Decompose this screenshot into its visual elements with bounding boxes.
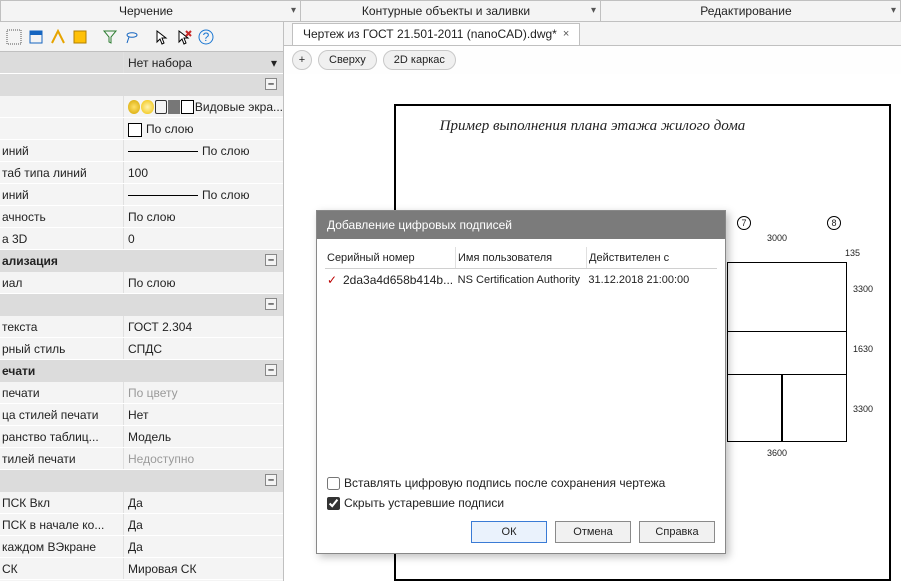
collapse-icon[interactable]: – — [265, 298, 277, 310]
signature-table-header: Серийный номер Имя пользователя Действит… — [325, 247, 717, 269]
section-ucs[interactable]: – — [0, 470, 283, 492]
prop-plotspace[interactable]: ранство таблиц...Модель — [0, 426, 283, 448]
deselect-icon[interactable] — [174, 27, 194, 47]
ribbon-tabs: Черчение▾ Контурные объекты и заливки▾ Р… — [0, 0, 901, 22]
section-text[interactable]: – — [0, 294, 283, 316]
prop-transparency[interactable]: ачностьПо слою — [0, 206, 283, 228]
expand-icon[interactable]: ▾ — [891, 1, 896, 21]
col-serial[interactable]: Серийный номер — [325, 247, 456, 268]
cursor-icon[interactable] — [152, 27, 172, 47]
opt-hide-outdated[interactable]: Скрыть устаревшие подписи — [327, 493, 715, 513]
prop-lineweight[interactable]: инийПо слою — [0, 184, 283, 206]
prop-ucs-origin[interactable]: ПСК в начале ко...Да — [0, 514, 283, 536]
checkbox[interactable] — [327, 477, 340, 490]
signature-list-area[interactable] — [317, 291, 725, 471]
checkmark-icon: ✓ — [327, 269, 341, 283]
expand-icon[interactable]: ▾ — [291, 1, 296, 21]
select-window-icon[interactable] — [26, 27, 46, 47]
properties-panel: ? Нет набора ▾ – Видовые экра... По слою … — [0, 22, 284, 581]
document-tabs: Чертеж из ГОСТ 21.501-2011 (nanoCAD).dwg… — [284, 22, 901, 46]
view-wireframe-chip[interactable]: 2D каркас — [383, 50, 456, 70]
prop-plottable[interactable]: ца стилей печатиНет — [0, 404, 283, 426]
ribbon-tab-edit[interactable]: Редактирование▾ — [601, 0, 901, 21]
property-grid: Нет набора ▾ – Видовые экра... По слою ин… — [0, 52, 283, 581]
grid-bubble: 8 — [827, 216, 841, 230]
collapse-icon[interactable]: – — [265, 364, 277, 376]
digital-signature-dialog: Добавление цифровых подписей Серийный но… — [316, 210, 726, 554]
filter-icon[interactable] — [100, 27, 120, 47]
ribbon-tab-fills[interactable]: Контурные объекты и заливки▾ — [301, 0, 601, 21]
ribbon-tab-draw[interactable]: Черчение▾ — [0, 0, 301, 21]
close-icon[interactable]: × — [563, 23, 569, 45]
col-valid[interactable]: Действителен с — [587, 247, 717, 268]
match-props-icon[interactable] — [48, 27, 68, 47]
prop-layer-controls[interactable]: Видовые экра... — [0, 96, 283, 118]
prop-plotstyle[interactable]: печатиПо цвету — [0, 382, 283, 404]
dimension: 3300 — [853, 284, 873, 294]
ok-button[interactable]: ОК — [471, 521, 547, 543]
dimension: 3000 — [767, 233, 787, 243]
prop-ltscale[interactable]: таб типа линий100 — [0, 162, 283, 184]
signature-row[interactable]: ✓2da3a4d658b414b... NS Certification Aut… — [325, 269, 717, 291]
selection-toolbar: ? — [0, 22, 283, 52]
dropdown-icon[interactable]: ▾ — [271, 52, 277, 73]
color-swatch-icon[interactable] — [181, 100, 194, 114]
help-icon[interactable]: ? — [196, 27, 216, 47]
svg-text:?: ? — [203, 30, 210, 44]
select-similar-icon[interactable] — [4, 27, 24, 47]
prop-plotstyles[interactable]: тилей печатиНедоступно — [0, 448, 283, 470]
select-by-color-icon[interactable] — [70, 27, 90, 47]
selection-value[interactable]: Нет набора — [128, 52, 192, 73]
collapse-icon[interactable]: – — [265, 254, 277, 266]
grid-bubble: 7 — [737, 216, 751, 230]
lock-icon[interactable] — [155, 100, 168, 114]
section-general[interactable]: – — [0, 74, 283, 96]
prop-ucs-name[interactable]: СКМировая СК — [0, 558, 283, 580]
col-user[interactable]: Имя пользователя — [456, 247, 587, 268]
prop-ucs-on[interactable]: ПСК ВклДа — [0, 492, 283, 514]
opt-insert-after-save[interactable]: Вставлять цифровую подпись после сохране… — [327, 473, 715, 493]
prop-color[interactable]: По слою — [0, 118, 283, 140]
document-tab[interactable]: Чертеж из ГОСТ 21.501-2011 (nanoCAD).dwg… — [292, 23, 580, 45]
prop-textstyle[interactable]: текстаГОСТ 2.304 — [0, 316, 283, 338]
prop-dimstyle[interactable]: рный стильСПДС — [0, 338, 283, 360]
dialog-buttons: ОК Отмена Справка — [317, 515, 725, 553]
document-title: Чертеж из ГОСТ 21.501-2011 (nanoCAD).dwg… — [303, 23, 557, 45]
view-chips: + Сверху 2D каркас — [284, 46, 901, 74]
sun-icon[interactable] — [141, 100, 153, 114]
dimension: 135 — [845, 248, 860, 258]
view-top-chip[interactable]: Сверху — [318, 50, 377, 70]
collapse-icon[interactable]: – — [265, 78, 277, 90]
bulb-icon[interactable] — [128, 100, 140, 114]
prop-height3d[interactable]: а 3D0 — [0, 228, 283, 250]
prop-material[interactable]: иалПо слою — [0, 272, 283, 294]
prop-ucs-vp[interactable]: каждом ВЭкранеДа — [0, 536, 283, 558]
section-print[interactable]: ечати– — [0, 360, 283, 382]
dimension: 3600 — [767, 448, 787, 458]
lasso-icon[interactable] — [122, 27, 142, 47]
dimension: 1630 — [853, 344, 873, 354]
help-button[interactable]: Справка — [639, 521, 715, 543]
expand-icon[interactable]: ▾ — [591, 1, 596, 21]
prop-linetype[interactable]: инийПо слою — [0, 140, 283, 162]
cancel-button[interactable]: Отмена — [555, 521, 631, 543]
floorplan: 7 8 3000 135 3300 1630 3300 3600 — [717, 224, 877, 454]
checkbox[interactable] — [327, 497, 340, 510]
dimension: 3300 — [853, 404, 873, 414]
dialog-title[interactable]: Добавление цифровых подписей — [317, 211, 725, 239]
section-visualization[interactable]: ализация– — [0, 250, 283, 272]
selection-header: Нет набора ▾ — [0, 52, 283, 74]
dialog-options: Вставлять цифровую подпись после сохране… — [317, 471, 725, 515]
collapse-icon[interactable]: – — [265, 474, 277, 486]
add-view-button[interactable]: + — [292, 50, 312, 70]
print-icon[interactable] — [168, 100, 180, 114]
drawing-title: Пример выполнения плана этажа жилого дом… — [284, 118, 901, 135]
